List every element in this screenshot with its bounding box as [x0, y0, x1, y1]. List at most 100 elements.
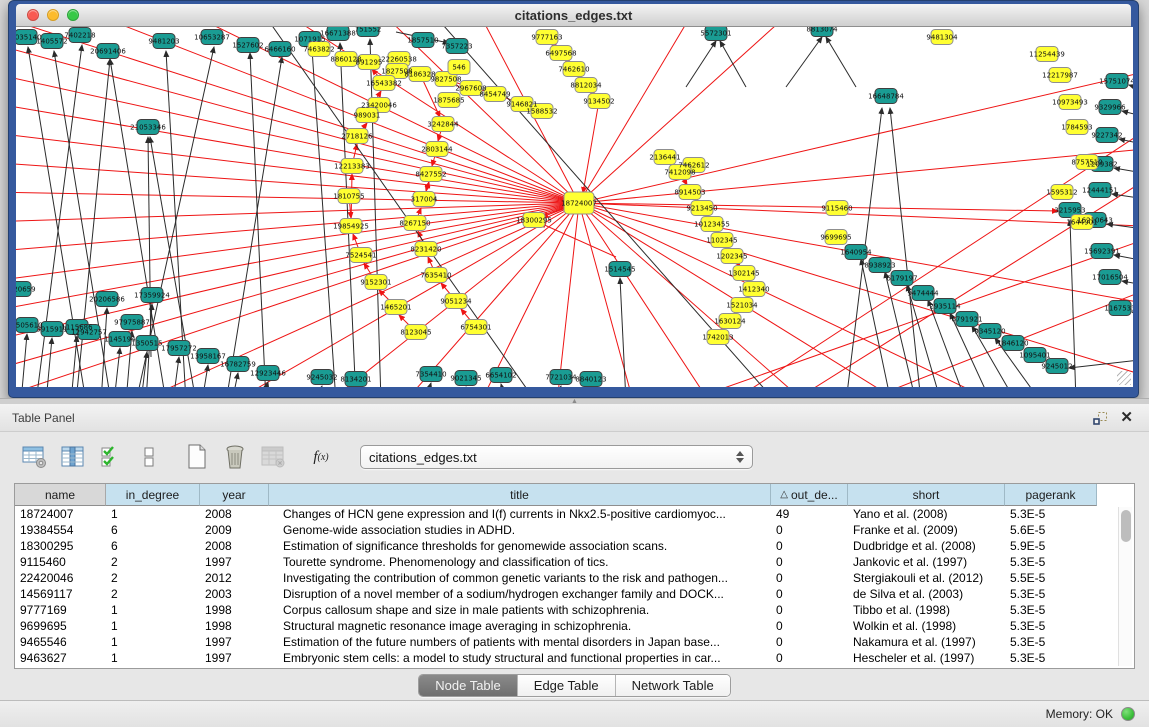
tab-edge-table[interactable]: Edge Table	[518, 675, 616, 696]
table-row[interactable]: 946362711997Embryonic stem cells: a mode…	[15, 650, 1134, 666]
svg-text:22260538: 22260538	[381, 56, 417, 64]
svg-text:8914503: 8914503	[674, 189, 705, 197]
vertical-scrollbar[interactable]	[1118, 507, 1132, 666]
table-cell: 5.3E-5	[1005, 602, 1097, 618]
column-header-title[interactable]: title	[269, 484, 771, 506]
svg-text:9051234: 9051234	[440, 298, 472, 306]
table-cell: 1	[106, 602, 200, 618]
table-row[interactable]: 2242004622012Investigating the contribut…	[15, 570, 1134, 586]
table-cell: 1998	[200, 602, 269, 618]
table-cell: 22420046	[15, 570, 106, 586]
svg-text:15692391: 15692391	[1084, 248, 1120, 256]
table-cell: 1	[106, 634, 200, 650]
function-builder-icon[interactable]: f(x)	[306, 444, 336, 470]
svg-text:17957272: 17957272	[161, 345, 197, 353]
select-rows-icon[interactable]	[98, 444, 124, 470]
new-document-icon[interactable]	[184, 444, 210, 470]
table-cell: Wolkin et al. (1998)	[848, 618, 1005, 634]
table-cell: Genome-wide association studies in ADHD.	[269, 522, 771, 538]
svg-text:6497568: 6497568	[545, 50, 576, 58]
network-canvas[interactable]: 9035140140557274022182069140694812031065…	[16, 27, 1133, 387]
table-cell: 0	[771, 570, 848, 586]
table-cell: 2012	[200, 570, 269, 586]
table-row[interactable]: 911546021997Tourette syndrome. Phenomeno…	[15, 554, 1134, 570]
svg-text:7462610: 7462610	[558, 66, 589, 74]
delete-icon[interactable]	[222, 444, 248, 470]
svg-text:16782759: 16782759	[220, 361, 256, 369]
svg-text:97975887: 97975887	[114, 319, 150, 327]
svg-text:3242844: 3242844	[427, 121, 459, 129]
column-header-year[interactable]: year	[200, 484, 269, 506]
table-cell: Stergiakouli et al. (2012)	[848, 570, 1005, 586]
svg-text:12444151: 12444151	[1082, 187, 1118, 195]
delete-table-disabled-icon	[260, 444, 286, 470]
table-row[interactable]: 1938455462009Genome-wide association stu…	[15, 522, 1134, 538]
table-cell: Hescheler et al. (1997)	[848, 650, 1005, 666]
column-header-short[interactable]: short	[848, 484, 1005, 506]
table-cell: 5.3E-5	[1005, 554, 1097, 570]
citation-network-graph[interactable]: 9035140140557274022182069140694812031065…	[16, 27, 1133, 387]
tab-node-table[interactable]: Node Table	[419, 675, 518, 696]
table-row[interactable]: 1872400712008Changes of HCN gene express…	[15, 506, 1134, 522]
table-panel-header: Table Panel ✕	[0, 404, 1149, 432]
table-cell: Estimation of the future numbers of pati…	[269, 634, 771, 650]
tab-network-table[interactable]: Network Table	[616, 675, 730, 696]
svg-text:1846120: 1846120	[997, 340, 1028, 348]
table-row[interactable]: 977716911998Corpus callosum shape and si…	[15, 602, 1134, 618]
svg-text:1095401: 1095401	[1019, 352, 1050, 360]
table-settings-icon[interactable]	[22, 444, 48, 470]
column-header-out_de[interactable]: △out_de...	[771, 484, 848, 506]
column-header-pagerank[interactable]: pagerank	[1005, 484, 1097, 506]
svg-text:9245032: 9245032	[306, 374, 337, 382]
svg-text:9481304: 9481304	[926, 34, 958, 42]
table-cell: Tibbo et al. (1998)	[848, 602, 1005, 618]
svg-text:7354410: 7354410	[415, 371, 446, 379]
svg-text:1875685: 1875685	[433, 97, 464, 105]
close-panel-icon[interactable]: ✕	[1120, 410, 1133, 425]
window-titlebar[interactable]: citations_edges.txt	[16, 4, 1131, 27]
table-row[interactable]: 946554611997Estimation of the future num…	[15, 634, 1134, 650]
svg-text:13958167: 13958167	[190, 353, 226, 361]
table-row[interactable]: 1456911722003Disruption of a novel membe…	[15, 586, 1134, 602]
column-header-name[interactable]: name	[15, 484, 106, 506]
table-cell: 2	[106, 554, 200, 570]
svg-text:9329966: 9329966	[1094, 104, 1126, 112]
table-cell: 2	[106, 586, 200, 602]
svg-text:6179197: 6179197	[886, 275, 917, 283]
table-cell: 9465546	[15, 634, 106, 650]
table-cell: 1998	[200, 618, 269, 634]
svg-text:9245012: 9245012	[1041, 363, 1072, 371]
float-window-icon[interactable]	[1093, 411, 1108, 425]
svg-text:1857510: 1857510	[407, 37, 438, 45]
window-title: citations_edges.txt	[16, 8, 1131, 23]
table-cell: 5.9E-5	[1005, 538, 1097, 554]
table-cell: 2003	[200, 586, 269, 602]
table-cell: 9463627	[15, 650, 106, 666]
resize-grip[interactable]	[1117, 371, 1131, 385]
svg-text:6466160: 6466160	[264, 46, 295, 54]
svg-text:1302145: 1302145	[728, 270, 759, 278]
table-cell: 18300295	[15, 538, 106, 554]
table-select-dropdown[interactable]: citations_edges.txt	[360, 445, 753, 469]
table-cell: 0	[771, 586, 848, 602]
table-cell: 0	[771, 522, 848, 538]
svg-text:1640954: 1640954	[840, 249, 872, 257]
svg-text:7402218: 7402218	[64, 32, 95, 40]
svg-text:891295: 891295	[356, 59, 383, 67]
table-row[interactable]: 1830029562008Estimation of significance …	[15, 538, 1134, 554]
svg-text:1405572: 1405572	[36, 38, 67, 46]
svg-text:8267150: 8267150	[399, 220, 430, 228]
scrollbar-thumb[interactable]	[1121, 510, 1131, 542]
svg-text:12923446: 12923446	[250, 370, 286, 378]
table-row[interactable]: 969969511998Structural magnetic resonanc…	[15, 618, 1134, 634]
svg-text:8427552: 8427552	[415, 171, 446, 179]
svg-text:7463822: 7463822	[303, 46, 334, 54]
table-cell: 49	[771, 506, 848, 522]
clear-selection-icon[interactable]	[136, 444, 162, 470]
table-cell: Franke et al. (2009)	[848, 522, 1005, 538]
column-header-in_degree[interactable]: in_degree	[106, 484, 200, 506]
table-cell: Estimation of significance thresholds fo…	[269, 538, 771, 554]
table-cell: 1	[106, 618, 200, 634]
svg-text:751552: 751552	[355, 27, 382, 34]
column-select-icon[interactable]	[60, 444, 86, 470]
